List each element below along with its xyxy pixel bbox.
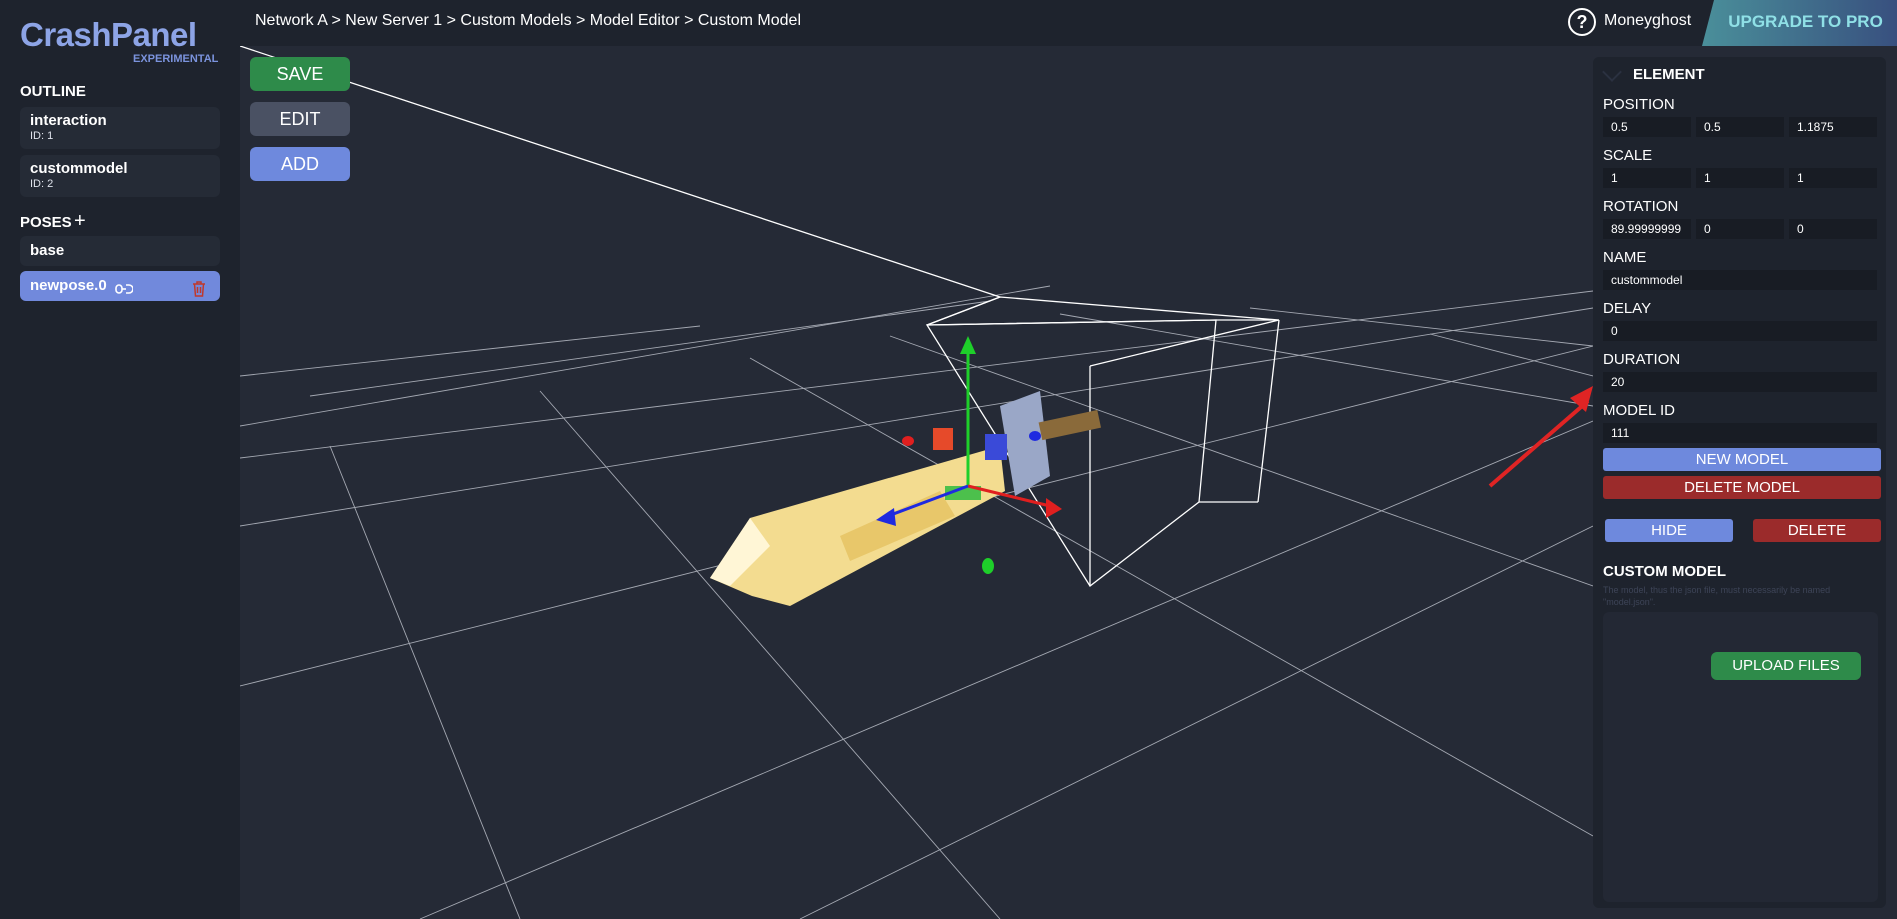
position-x-input[interactable] <box>1603 117 1691 137</box>
outline-item-id: ID: 1 <box>30 130 54 142</box>
name-input[interactable] <box>1603 270 1877 290</box>
help-icon[interactable]: ? <box>1568 8 1596 36</box>
duration-input[interactable] <box>1603 372 1877 392</box>
name-label: NAME <box>1603 249 1647 266</box>
model-viewport[interactable]: SAVE EDIT ADD <box>240 46 1593 919</box>
floor-grid <box>240 285 1593 919</box>
custom-model-title: CUSTOM MODEL <box>1603 563 1727 580</box>
bounding-box <box>240 46 1280 587</box>
scale-y-input[interactable] <box>1696 168 1784 188</box>
rotation-label: ROTATION <box>1603 198 1679 215</box>
outline-item-id: ID: 2 <box>30 178 54 190</box>
add-button[interactable]: ADD <box>250 147 350 181</box>
upload-files-button[interactable]: UPLOAD FILES <box>1711 652 1861 680</box>
trash-icon[interactable] <box>192 278 206 308</box>
pose-name: newpose.0 <box>30 277 107 294</box>
scale-label: SCALE <box>1603 147 1653 164</box>
save-button[interactable]: SAVE <box>250 57 350 91</box>
pose-name: base <box>30 242 65 259</box>
sword-model <box>710 391 1102 606</box>
hide-button[interactable]: HIDE <box>1605 519 1733 542</box>
rotation-x-input[interactable] <box>1603 219 1691 239</box>
outline-item-name: custommodel <box>30 160 128 177</box>
outline-title: OUTLINE <box>20 83 86 100</box>
rotation-y-input[interactable] <box>1696 219 1784 239</box>
duration-label: DURATION <box>1603 351 1681 368</box>
position-y-input[interactable] <box>1696 117 1784 137</box>
outline-item-name: interaction <box>30 112 107 129</box>
experimental-badge: EXPERIMENTAL <box>133 53 219 65</box>
link-icon[interactable] <box>115 278 134 308</box>
panel-title: ELEMENT <box>1633 66 1705 83</box>
element-panel: ELEMENT POSITION SCALE ROTATION NAME DEL… <box>1593 57 1886 908</box>
breadcrumb[interactable]: Network A > New Server 1 > Custom Models… <box>255 12 801 30</box>
rotation-z-input[interactable] <box>1789 219 1877 239</box>
file-dropzone[interactable]: UPLOAD FILES <box>1603 612 1878 902</box>
username[interactable]: Moneyghost <box>1604 12 1691 30</box>
position-label: POSITION <box>1603 96 1675 113</box>
chevron-down-icon[interactable] <box>1602 62 1622 82</box>
scale-x-input[interactable] <box>1603 168 1691 188</box>
position-z-input[interactable] <box>1789 117 1877 137</box>
upgrade-button[interactable]: UPGRADE TO PRO <box>1702 0 1897 46</box>
new-model-button[interactable]: NEW MODEL <box>1603 448 1881 471</box>
app-logo[interactable]: CrashPanel <box>20 16 197 54</box>
model-id-input[interactable] <box>1603 423 1877 443</box>
delay-label: DELAY <box>1603 300 1652 317</box>
delay-input[interactable] <box>1603 321 1877 341</box>
poses-title: POSES <box>20 214 72 231</box>
delete-model-button[interactable]: DELETE MODEL <box>1603 476 1881 499</box>
custom-model-hint: The model, thus the json file, must nece… <box>1603 585 1831 607</box>
outline-item-interaction[interactable]: interaction ID: 1 <box>20 107 220 149</box>
outline-item-custommodel[interactable]: custommodel ID: 2 <box>20 155 220 197</box>
top-bar: Network A > New Server 1 > Custom Models… <box>240 0 1897 46</box>
pose-item-base[interactable]: base <box>20 236 220 266</box>
pose-item-newpose[interactable]: newpose.0 <box>20 271 220 301</box>
add-pose-button[interactable]: + <box>74 210 86 233</box>
scene-canvas[interactable] <box>240 46 1593 919</box>
sidebar: CrashPanel EXPERIMENTAL OUTLINE interact… <box>0 0 240 919</box>
scale-z-input[interactable] <box>1789 168 1877 188</box>
annotation-arrow <box>1488 386 1593 488</box>
model-id-label: MODEL ID <box>1603 402 1675 419</box>
edit-button[interactable]: EDIT <box>250 102 350 136</box>
delete-button[interactable]: DELETE <box>1753 519 1881 542</box>
